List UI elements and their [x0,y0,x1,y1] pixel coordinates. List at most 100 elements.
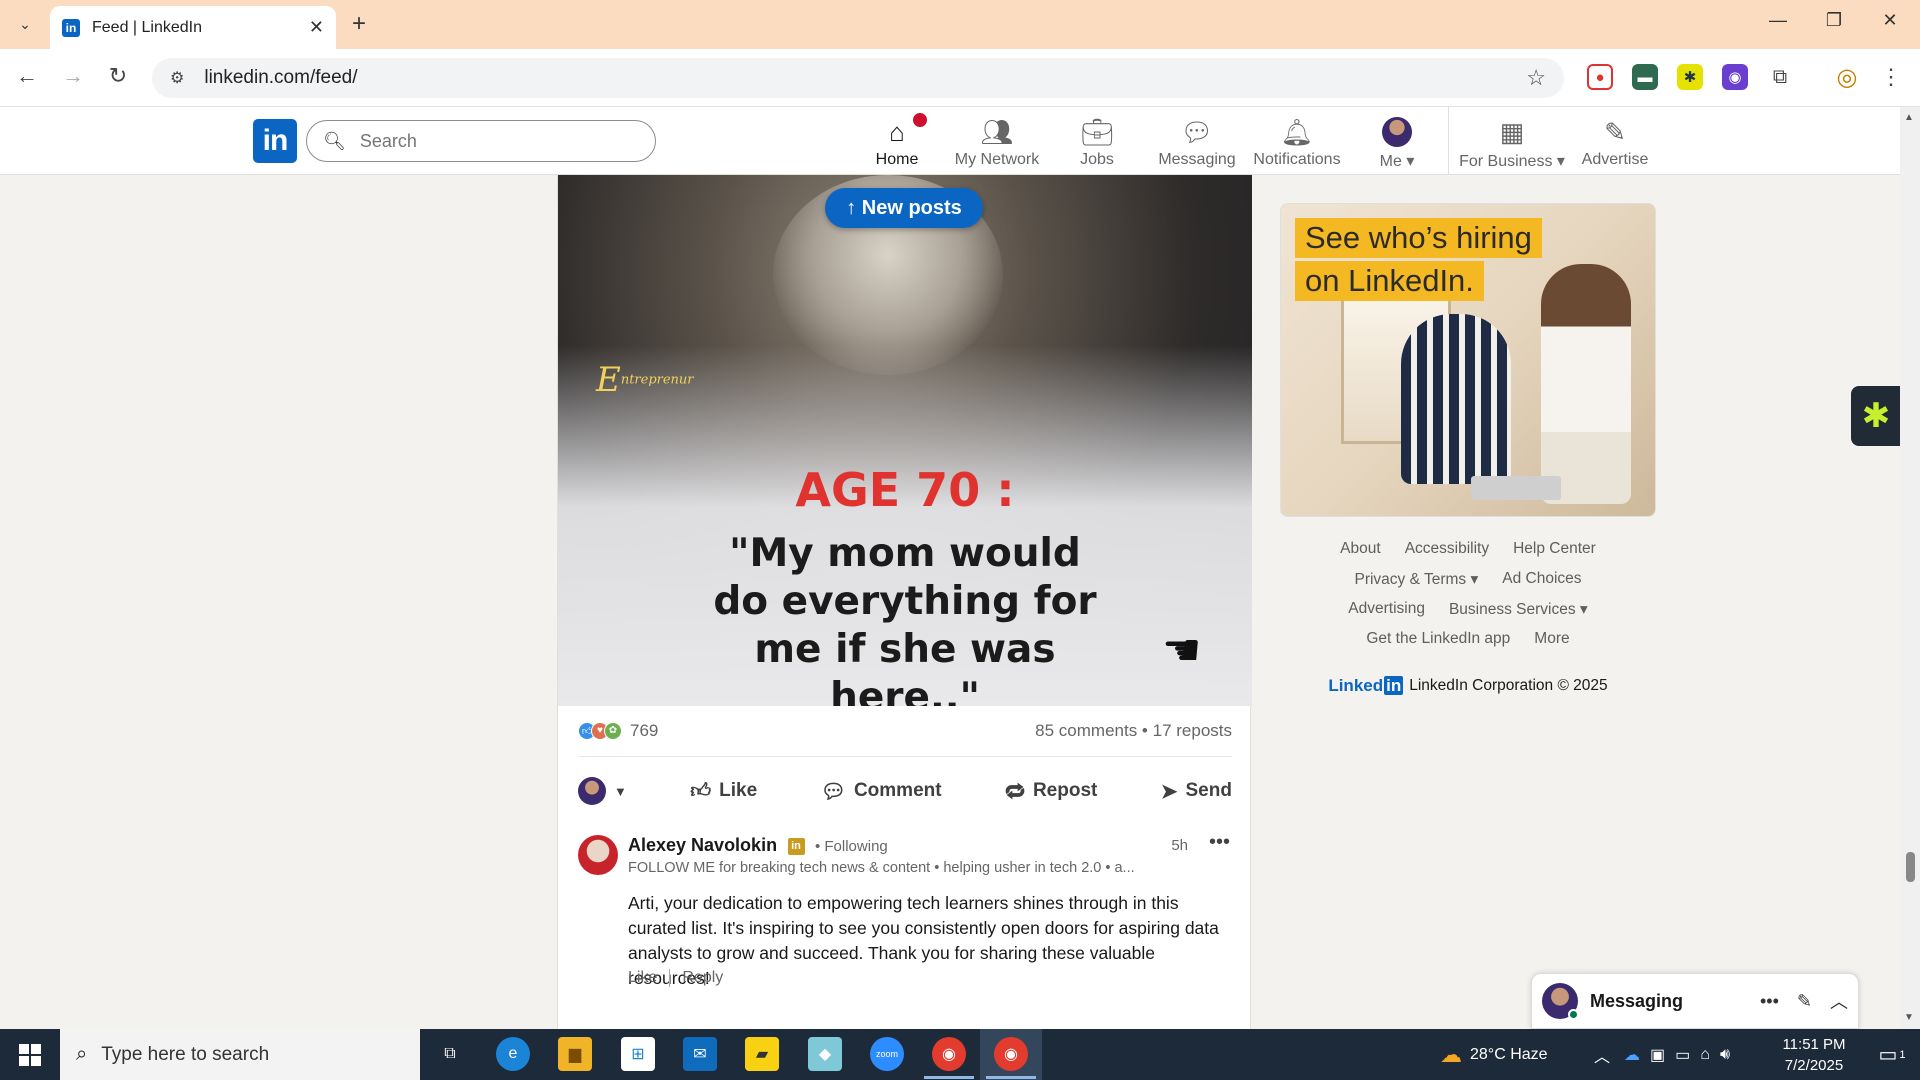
nav-messaging[interactable]: 💬︎ Messaging [1147,117,1247,169]
scroll-down-arrow-icon[interactable]: ▼ [1904,1012,1914,1023]
battery-icon[interactable]: ▭ [1675,1045,1690,1065]
back-button[interactable]: ← [12,63,42,89]
footer-link-advertising[interactable]: Advertising [1348,600,1425,630]
comment-like-button[interactable]: Like [628,969,657,987]
commenter-avatar[interactable] [578,835,618,875]
minimize-button[interactable]: — [1758,10,1798,31]
reaction-count[interactable]: 769 [630,721,658,741]
chevron-up-icon[interactable]: ︿ [1594,1043,1610,1067]
file-explorer-icon[interactable]: ▆ [558,1037,592,1071]
meet-icon[interactable]: ▣ [1650,1045,1665,1065]
page-scrollbar[interactable] [1900,107,1920,1029]
task-view-icon[interactable]: ⧉ [433,1037,467,1071]
nav-advertise[interactable]: ✎ Advertise [1565,117,1665,169]
extensions-puzzle-icon[interactable]: ⧉ [1767,64,1793,90]
zoom-icon[interactable]: zoom [870,1037,904,1071]
pokeball-extension-icon[interactable]: ● [1587,64,1613,90]
image-quote: "My mom would do everything for me if sh… [713,531,1097,706]
avatar [578,777,606,805]
nav-for-business-label: For Business ▾ [1459,153,1565,170]
ad-person-graphic [1541,264,1631,504]
footer-row: About Accessibility Help Center [1280,540,1656,570]
footer-link-ad-choices[interactable]: Ad Choices [1502,570,1581,600]
messaging-label[interactable]: Messaging [1590,991,1742,1012]
store-icon[interactable]: ⊞ [621,1037,655,1071]
profile-icon[interactable]: ◎ [1834,64,1860,91]
color-extension-icon[interactable]: ◉ [1722,64,1748,90]
messaging-overlay[interactable]: Messaging ••• ✎ ︿ [1531,973,1859,1029]
bookmark-star-icon[interactable]: ☆ [1526,65,1546,91]
nav-notifications[interactable]: 🔔︎ Notifications [1247,117,1347,169]
reload-button[interactable]: ↻ [103,63,133,89]
footer-link-about[interactable]: About [1340,540,1381,570]
restore-button[interactable]: ❐ [1814,10,1854,31]
footer-link-help-center[interactable]: Help Center [1513,540,1596,570]
nav-me[interactable]: Me ▾ [1347,117,1447,171]
linkedin-wordmark-logo: Linked in [1328,676,1404,695]
sparkle-sidebar-extension-icon[interactable]: ✱ [1851,386,1901,446]
new-tab-button[interactable]: + [352,10,366,38]
nav-divider [1448,107,1449,175]
notification-center-icon[interactable]: ▭ 1 [1864,1029,1920,1080]
nav-for-business[interactable]: ▦ For Business ▾ [1459,117,1565,171]
sticky-notes-icon[interactable]: ▰ [745,1037,779,1071]
onedrive-icon[interactable]: ☁ [1624,1045,1640,1065]
edge-icon[interactable]: e [496,1037,530,1071]
scroll-up-arrow-icon[interactable]: ▲ [1904,112,1914,123]
system-clock[interactable]: 11:51 PM 7/2/2025 [1764,1034,1864,1076]
more-options-icon[interactable]: ••• [1209,831,1230,854]
close-window-button[interactable]: ✕ [1870,10,1910,31]
browser-toolbar: ← → ↻ ⚙ linkedin.com/feed/ ☆ ● ▬ ✱ ◉ ⧉ ◎… [0,49,1920,107]
chrome-icon[interactable]: ◉ [986,1037,1036,1079]
nav-my-network[interactable]: 👥︎ My Network [947,117,1047,169]
nav-home[interactable]: ⌂ Home [847,111,947,181]
hiring-ad[interactable]: See who’s hiring on LinkedIn. [1280,203,1656,517]
comments-reposts-count[interactable]: 85 comments • 17 reposts [1035,721,1232,741]
search-input[interactable] [359,130,620,152]
tab-list-button[interactable]: ⌄ [10,10,40,38]
nav-advertise-label: Advertise [1581,151,1649,168]
mail-icon[interactable]: ✉ [683,1037,717,1071]
taskbar-search[interactable]: ⌕ Type here to search [60,1029,420,1080]
weather-widget[interactable]: ☁ 28°C Haze [1440,1029,1548,1080]
volume-icon[interactable]: 🔊︎ [1720,1046,1730,1064]
network-icon[interactable]: ⌂ [1700,1046,1710,1064]
new-posts-button[interactable]: ↑ New posts [825,188,983,228]
browser-tab-active[interactable]: in Feed | LinkedIn ✕ [50,6,336,49]
reaction-icons[interactable]: 👍︎ ♥ ✿ [578,721,622,740]
address-bar[interactable]: ⚙ linkedin.com/feed/ ☆ [152,58,1564,98]
sparkle-extension-icon[interactable]: ✱ [1677,64,1703,90]
url-text[interactable]: linkedin.com/feed/ [204,67,1526,89]
chevron-down-icon: ▼ [614,783,627,799]
chrome-icon[interactable]: ◉ [924,1037,974,1079]
like-button[interactable]: 👍︎ Like [690,779,757,803]
footer-link-privacy-terms[interactable]: Privacy & Terms ▾ [1354,570,1478,600]
footer-link-get-app[interactable]: Get the LinkedIn app [1366,630,1510,660]
browser-menu-icon[interactable]: ⋮ [1878,64,1904,90]
app-icon[interactable]: ◆ [808,1037,842,1071]
chevron-up-icon[interactable]: ︿ [1830,988,1848,1014]
compose-icon[interactable]: ✎ [1797,991,1812,1012]
commenter-name[interactable]: Alexey Navolokin [628,835,777,855]
ad-person-graphic [1401,314,1511,484]
site-info-icon[interactable]: ⚙ [170,68,184,88]
footer-link-more[interactable]: More [1534,630,1569,660]
footer-link-accessibility[interactable]: Accessibility [1405,540,1489,570]
tab-close-icon[interactable]: ✕ [309,17,324,38]
comment-button[interactable]: 💬︎ Comment [821,779,942,804]
actor-switcher[interactable]: ▼ [578,777,627,805]
repost-button[interactable]: 🔁︎ Repost [1005,777,1097,806]
more-options-icon[interactable]: ••• [1760,991,1779,1012]
nav-jobs[interactable]: 💼︎ Jobs [1047,117,1147,169]
forward-button[interactable]: → [58,63,88,89]
scrollbar-thumb[interactable] [1906,852,1915,882]
search-box[interactable]: 🔍︎ [306,120,656,162]
linkedin-logo[interactable]: in [253,119,297,163]
post-image[interactable]: Entreprenur AGE 70 : "My mom would do ev… [558,175,1252,706]
send-button[interactable]: ➤ Send [1161,779,1232,804]
folder-extension-icon[interactable]: ▬ [1632,64,1658,90]
start-button[interactable] [0,1029,60,1080]
footer-row: Advertising Business Services ▾ [1280,600,1656,630]
comment-reply-button[interactable]: Reply [682,969,723,987]
footer-link-business-services[interactable]: Business Services ▾ [1449,600,1588,630]
